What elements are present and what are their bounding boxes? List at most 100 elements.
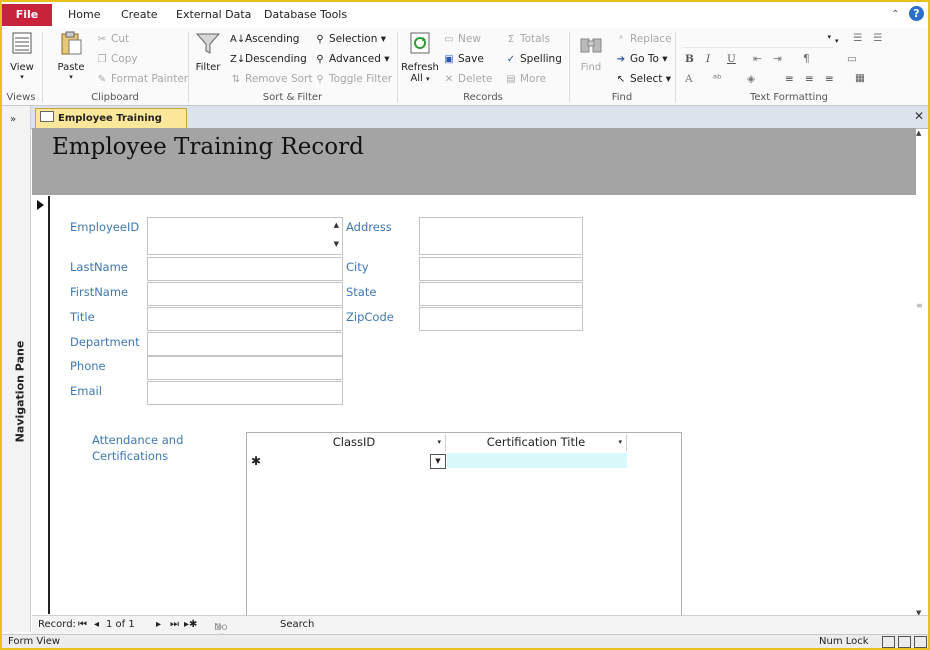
tab-external-data[interactable]: External Data (176, 8, 251, 21)
font-size-combo[interactable]: ▾ (835, 33, 847, 47)
tab-employee-training-record[interactable]: Employee Training Record (35, 108, 187, 143)
city-field[interactable] (419, 257, 583, 281)
scissors-icon: ✂ (97, 34, 107, 45)
new-label: New (458, 33, 481, 45)
view-button[interactable]: View ▾ (8, 30, 36, 81)
tab-database-tools[interactable]: Database Tools (264, 8, 347, 21)
layout-view-icon[interactable] (898, 636, 911, 648)
bullets-icon[interactable]: ☰ (853, 32, 862, 44)
phone-field[interactable] (147, 356, 343, 380)
numbering-icon[interactable]: ☰ (873, 32, 882, 44)
next-record-button[interactable]: ▸ (156, 619, 161, 630)
selection-button[interactable]: ⚲ Selection ▾ (314, 33, 386, 45)
paste-button[interactable]: Paste ▾ (54, 30, 88, 81)
bold-button[interactable]: B (685, 53, 694, 65)
state-field[interactable] (419, 282, 583, 306)
cut-button[interactable]: ✂ Cut (96, 33, 129, 45)
align-right-icon[interactable]: ≡ (825, 73, 834, 85)
help-icon[interactable]: ? (909, 6, 924, 21)
gridlines-toggle-icon[interactable]: ▦ (855, 72, 865, 84)
spin-down-icon[interactable]: ▼ (334, 240, 339, 248)
vertical-scrollbar[interactable]: ▲ ≡ ▼ (916, 129, 926, 617)
record-position-field[interactable]: 1 of 1 (106, 619, 135, 630)
gridlines-icon[interactable]: ▭ (847, 53, 857, 65)
ascending-button[interactable]: A↓Ascending (230, 33, 299, 45)
underline-button[interactable]: U (727, 53, 736, 65)
spin-up-icon[interactable]: ▲ (334, 221, 339, 229)
delete-button[interactable]: ✕ Delete (443, 73, 493, 85)
design-view-icon[interactable] (914, 636, 927, 648)
selection-label: Selection (329, 33, 378, 45)
replace-button[interactable]: ᵃ Replace (615, 33, 672, 45)
address-field[interactable] (419, 217, 583, 255)
toggle-filter-button[interactable]: ⚲ Toggle Filter (314, 73, 392, 85)
remove-sort-button[interactable]: ⇅ Remove Sort (230, 73, 313, 85)
paragraph-icon[interactable]: ¶ (803, 53, 810, 65)
lastname-field[interactable] (147, 257, 343, 281)
sort-ascending-icon: A↓ (230, 34, 246, 45)
email-field[interactable] (147, 381, 343, 405)
current-record-icon (37, 200, 44, 210)
italic-button[interactable]: I (706, 53, 710, 65)
new-record-button[interactable]: ▭ New (443, 33, 481, 45)
close-document-icon[interactable]: ✕ (914, 109, 924, 123)
expand-nav-pane-icon[interactable]: » (10, 114, 16, 125)
totals-button[interactable]: Σ Totals (505, 33, 550, 45)
dropdown-arrow-icon[interactable]: ▾ (437, 434, 441, 451)
attendance-subform[interactable]: ClassID ▾ Certification Title ▾ ✱ ▼ (246, 432, 682, 617)
classid-column-header[interactable]: ClassID ▾ (263, 434, 446, 451)
tab-file[interactable]: File (2, 4, 52, 26)
save-button[interactable]: ▣ Save (443, 53, 484, 65)
minimize-ribbon-icon[interactable]: ⌃ (891, 9, 899, 20)
title-field[interactable] (147, 307, 343, 331)
align-left-icon[interactable]: ≡ (785, 73, 794, 85)
filter-button[interactable]: Filter (192, 30, 224, 73)
email-label: Email (70, 384, 102, 398)
new-record-nav-button[interactable]: ▸✱ (184, 619, 197, 630)
group-views: View ▾ Views (2, 28, 40, 105)
more-label: More (520, 73, 547, 85)
lastname-label: LastName (70, 260, 128, 274)
form-view-icon[interactable] (882, 636, 895, 648)
more-icon: ▤ (506, 74, 516, 85)
last-record-button[interactable]: ⏭ (170, 619, 179, 630)
indent-decrease-icon[interactable]: ⇤ (753, 53, 762, 65)
select-button[interactable]: ↖ Select ▾ (615, 73, 671, 85)
advanced-button[interactable]: ⚲ Advanced ▾ (314, 53, 389, 65)
goto-button[interactable]: ➔ Go To ▾ (615, 53, 668, 65)
scroll-grip-icon[interactable]: ≡ (916, 301, 923, 310)
first-record-button[interactable]: ⏮ (78, 619, 87, 630)
sigma-icon: Σ (507, 34, 515, 45)
advanced-label: Advanced (329, 53, 381, 65)
dropdown-arrow-icon[interactable]: ▾ (618, 434, 622, 451)
certification-title-cell[interactable] (447, 453, 627, 468)
font-color-button[interactable]: A (685, 73, 693, 85)
certification-title-column-header[interactable]: Certification Title ▾ (446, 434, 627, 451)
descending-button[interactable]: Z↓Descending (230, 53, 307, 65)
fill-icon[interactable]: ◈ (747, 73, 755, 85)
prev-record-button[interactable]: ◂ (94, 619, 99, 630)
highlight-icon[interactable]: ᵃᵇ (713, 73, 722, 85)
record-selector[interactable] (32, 196, 50, 614)
format-painter-button[interactable]: ✎ Format Painter (96, 73, 188, 85)
employeeid-field[interactable]: ▲ ▼ (147, 217, 343, 255)
align-center-icon[interactable]: ≡ (805, 73, 814, 85)
font-name-combo[interactable]: ▾ (683, 33, 833, 48)
search-box[interactable]: Search (280, 619, 314, 630)
spelling-button[interactable]: ✓ Spelling (505, 53, 562, 65)
status-bar: Form View Num Lock (2, 634, 928, 648)
more-button[interactable]: ▤ More (505, 73, 546, 85)
firstname-field[interactable] (147, 282, 343, 306)
tab-create[interactable]: Create (121, 8, 158, 21)
scroll-up-icon[interactable]: ▲ (916, 129, 921, 137)
find-label: Find (580, 62, 602, 73)
classid-combo-dropdown[interactable]: ▼ (430, 454, 446, 469)
navigation-pane[interactable]: » Navigation Pane (2, 106, 31, 632)
department-field[interactable] (147, 332, 343, 356)
copy-button[interactable]: ❐ Copy (96, 53, 138, 65)
indent-increase-icon[interactable]: ⇥ (773, 53, 782, 65)
find-button[interactable]: Find (575, 30, 607, 73)
zipcode-field[interactable] (419, 307, 583, 331)
tab-home[interactable]: Home (68, 8, 100, 21)
refresh-all-button[interactable]: Refresh All ▾ (401, 30, 439, 84)
